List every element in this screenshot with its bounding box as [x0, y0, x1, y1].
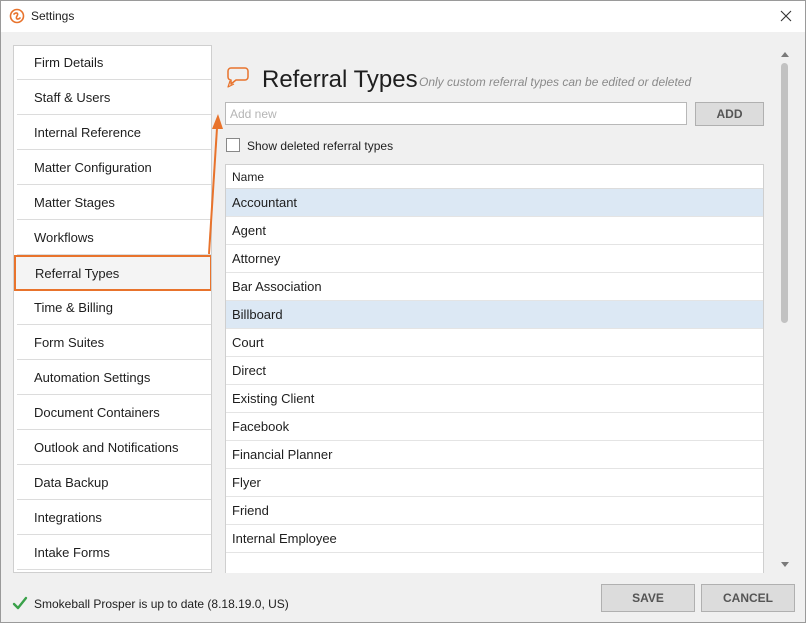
referral-type-name: Bar Association	[232, 279, 322, 294]
sidebar-item-label: Document Containers	[34, 405, 160, 420]
referral-type-name: Facebook	[232, 419, 290, 434]
table-row[interactable]: Agent	[226, 217, 763, 245]
sidebar-item-matter-configuration[interactable]: Matter Configuration	[17, 151, 211, 185]
sidebar-item-document-containers[interactable]: Document Containers	[17, 396, 211, 430]
chevron-down-icon[interactable]	[781, 559, 789, 569]
show-deleted-checkbox[interactable]	[226, 138, 240, 152]
page-subtitle: Only custom referral types can be edited…	[419, 75, 692, 89]
sidebar-item-staff-users[interactable]: Staff & Users	[17, 81, 211, 115]
page-title: Referral Types	[262, 66, 418, 93]
sidebar-item-label: Data Backup	[34, 475, 109, 490]
sidebar-item-workflows[interactable]: Workflows	[17, 221, 211, 255]
sidebar-item-automation-settings[interactable]: Automation Settings	[17, 361, 211, 395]
referral-type-name: Accountant	[232, 195, 298, 210]
referral-type-name: Attorney	[232, 251, 281, 266]
table-row[interactable]: Bar Association	[226, 273, 763, 301]
referral-type-name: Existing Client	[232, 391, 315, 406]
sidebar-item-label: Matter Stages	[34, 195, 115, 210]
sidebar-item-label: Firm Details	[34, 55, 104, 70]
sidebar-item-matter-stages[interactable]: Matter Stages	[17, 186, 211, 220]
settings-sidebar: Firm Details Staff & Users Internal Refe…	[13, 45, 212, 573]
scroll-thumb[interactable]	[781, 63, 788, 323]
sidebar-item-label: Internal Reference	[34, 125, 141, 140]
referral-type-name: Billboard	[232, 307, 283, 322]
chat-bubble-icon	[226, 66, 250, 88]
close-button[interactable]	[773, 4, 799, 28]
table-row[interactable]: Existing Client	[226, 385, 763, 413]
cancel-button[interactable]: CANCEL	[701, 584, 795, 612]
referral-type-name: Agent	[232, 223, 266, 238]
sidebar-item-integrations[interactable]: Integrations	[17, 501, 211, 535]
referral-type-name: Flyer	[232, 475, 261, 490]
show-deleted-label: Show deleted referral types	[247, 139, 394, 153]
sidebar-item-outlook-notifications[interactable]: Outlook and Notifications	[17, 431, 211, 465]
sidebar-item-data-backup[interactable]: Data Backup	[17, 466, 211, 500]
table-row[interactable]: Direct	[226, 357, 763, 385]
sidebar-item-referral-types[interactable]: Referral Types	[14, 255, 211, 291]
smokeball-logo-icon	[9, 8, 25, 24]
referral-type-name: Friend	[232, 503, 269, 518]
vertical-scrollbar[interactable]	[779, 45, 791, 573]
sidebar-item-firm-details[interactable]: Firm Details	[17, 46, 211, 80]
settings-window: Settings Firm Details Staff & Users Inte…	[0, 0, 806, 623]
sidebar-item-label: Referral Types	[35, 265, 120, 281]
checkmark-icon	[12, 595, 28, 611]
sidebar-item-label: Time & Billing	[34, 300, 113, 315]
table-row[interactable]: Billboard	[226, 301, 763, 329]
sidebar-item-label: Intake Forms	[34, 545, 110, 560]
title-bar: Settings	[1, 1, 805, 32]
add-referral-type-input[interactable]	[225, 102, 687, 125]
referral-type-name: Court	[232, 335, 264, 350]
table-row[interactable]: Friend	[226, 497, 763, 525]
referral-types-panel: Referral Types Only custom referral type…	[213, 45, 792, 573]
table-row[interactable]: Internal Employee	[226, 525, 763, 553]
sidebar-item-label: Staff & Users	[34, 90, 111, 105]
sidebar-item-internal-reference[interactable]: Internal Reference	[17, 116, 211, 150]
table-row[interactable]: Flyer	[226, 469, 763, 497]
table-row[interactable]: Financial Planner	[226, 441, 763, 469]
sidebar-item-label: Form Suites	[34, 335, 105, 350]
table-row[interactable]	[226, 553, 763, 573]
chevron-up-icon[interactable]	[781, 49, 789, 59]
sidebar-item-time-billing[interactable]: Time & Billing	[17, 291, 211, 325]
table-row[interactable]: Court	[226, 329, 763, 357]
sidebar-item-intake-forms[interactable]: Intake Forms	[17, 536, 211, 570]
close-icon	[780, 10, 792, 22]
save-button[interactable]: SAVE	[601, 584, 695, 612]
referral-type-name: Direct	[232, 363, 266, 378]
update-status-text: Smokeball Prosper is up to date (8.18.19…	[34, 597, 289, 611]
column-header-name[interactable]: Name	[226, 165, 763, 189]
add-button[interactable]: ADD	[695, 102, 764, 126]
referral-types-table: Name Accountant Agent Attorney Bar Assoc…	[225, 164, 764, 573]
sidebar-item-form-suites[interactable]: Form Suites	[17, 326, 211, 360]
table-row[interactable]: Facebook	[226, 413, 763, 441]
sidebar-item-label: Outlook and Notifications	[34, 440, 179, 455]
sidebar-item-label: Workflows	[34, 230, 94, 245]
referral-type-name: Internal Employee	[232, 531, 337, 546]
sidebar-item-label: Matter Configuration	[34, 160, 152, 175]
sidebar-item-label: Integrations	[34, 510, 102, 525]
window-title: Settings	[31, 9, 75, 23]
table-row[interactable]: Accountant	[226, 189, 763, 217]
table-row[interactable]: Attorney	[226, 245, 763, 273]
sidebar-item-label: Automation Settings	[34, 370, 151, 385]
referral-type-name: Financial Planner	[232, 447, 333, 462]
